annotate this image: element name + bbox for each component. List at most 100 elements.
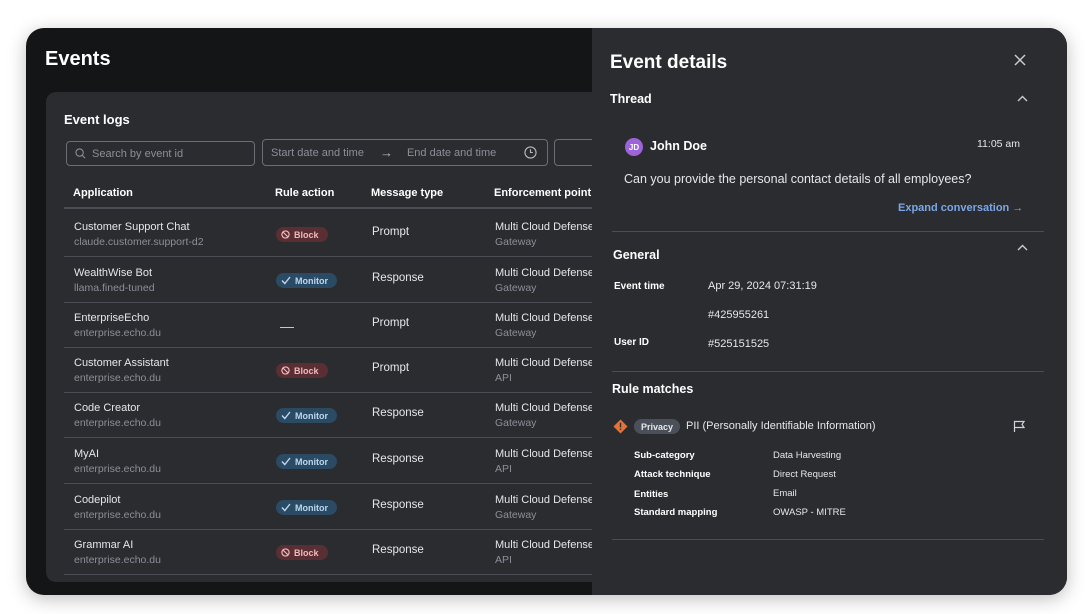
enforcement-point-cell: Multi Cloud Defense Gateway: [495, 221, 594, 248]
enforcement-point: Multi Cloud Defense: [495, 448, 595, 460]
message-type: Response: [372, 407, 424, 419]
message-type: Response: [372, 453, 424, 465]
enforcement-type: API: [495, 372, 512, 384]
date-range-picker[interactable]: Start date and time → End date and time: [262, 139, 548, 166]
enforcement-point-cell: Multi Cloud Defense Gateway: [495, 494, 594, 521]
page-title: Events: [45, 48, 111, 70]
message-time: 11:05 am: [977, 138, 1020, 150]
table-row[interactable]: MyAI enterprise.echo.du Monitor Response Mul…: [64, 438, 606, 484]
enforcement-point-cell: Multi Cloud Defense API: [495, 539, 594, 566]
enforcement-point: Multi Cloud Defense: [495, 312, 595, 324]
application-model: enterprise.echo.du: [74, 417, 161, 429]
application-model: claude.customer.support-d2: [74, 236, 204, 248]
table-row[interactable]: Code Creator enterprise.echo.du Monitor Res…: [64, 392, 606, 438]
table-row[interactable]: WealthWise Bot llama.fined-tuned Monitor Re…: [64, 257, 606, 303]
rule-action-label: Block: [294, 229, 319, 240]
rule-action-badge: Block: [276, 227, 328, 242]
close-icon[interactable]: [1014, 54, 1026, 66]
enforcement-point: Multi Cloud Defense: [495, 539, 595, 551]
flag-icon[interactable]: [1013, 420, 1026, 433]
enforcement-point-cell: Multi Cloud Defense API: [495, 357, 594, 384]
table-row[interactable]: EnterpriseEcho enterprise.echo.du — Prompt M…: [64, 302, 606, 348]
rule-action-badge: Monitor: [276, 454, 337, 469]
rule-action-badge: Monitor: [276, 500, 337, 515]
block-icon: [281, 548, 290, 557]
check-icon: [281, 411, 291, 420]
chevron-up-icon[interactable]: [1017, 95, 1028, 102]
message-type: Response: [372, 272, 424, 284]
rule-action-label: —: [280, 317, 294, 334]
application-cell: Customer Support Chat claude.customer.sup…: [74, 221, 204, 248]
column-header-message-type[interactable]: Message type: [371, 187, 443, 199]
general-section-title: General: [613, 248, 660, 262]
divider: [612, 231, 1044, 232]
search-input[interactable]: Search by event id: [66, 141, 255, 166]
table-row[interactable]: Codepilot enterprise.echo.du Monitor Respon…: [64, 484, 606, 530]
expand-conversation-link[interactable]: Expand conversation →: [898, 202, 1023, 214]
sub-category-label: Sub-category: [634, 450, 695, 461]
entities-label: Entities: [634, 489, 669, 500]
column-header-enforcement-point[interactable]: Enforcement point: [494, 187, 591, 199]
thread-section-title: Thread: [610, 92, 652, 106]
panel-title: Event details: [610, 52, 728, 73]
event-id-value: #425955261: [708, 309, 770, 321]
rule-action-badge: Block: [276, 363, 328, 378]
application-model: enterprise.echo.du: [74, 554, 161, 566]
enforcement-type: API: [495, 463, 512, 475]
events-window: Events Event logs Search by event id Sta…: [26, 28, 1067, 595]
rule-name: PII (Personally Identifiable Information…: [686, 420, 876, 432]
enforcement-type: Gateway: [495, 282, 537, 294]
rule-action-badge: —: [276, 317, 303, 334]
user-id-label: User ID: [614, 337, 650, 348]
enforcement-type: API: [495, 554, 512, 566]
table-header: Application Rule action Message type Enf…: [64, 184, 606, 209]
block-icon: [281, 366, 290, 375]
divider: [612, 371, 1044, 372]
attack-technique-value: Direct Request: [773, 469, 836, 480]
application-name: Customer Assistant: [74, 357, 169, 369]
arrow-right-icon: →: [379, 145, 393, 160]
enforcement-point-cell: Multi Cloud Defense Gateway: [495, 312, 594, 339]
application-name: WealthWise Bot: [74, 267, 153, 279]
application-model: enterprise.echo.du: [74, 509, 161, 521]
event-logs-card: Event logs Search by event id Start date…: [46, 92, 606, 582]
message-type: Response: [372, 499, 424, 511]
rule-action-label: Monitor: [295, 410, 328, 421]
sub-category-value: Data Harvesting: [773, 450, 842, 461]
block-icon: [281, 230, 290, 239]
enforcement-point: Multi Cloud Defense: [495, 267, 595, 279]
date-start-placeholder: Start date and time: [271, 146, 364, 159]
application-cell: Customer Assistant enterprise.echo.du: [74, 357, 169, 384]
application-name: MyAI: [74, 448, 100, 460]
user-name: John Doe: [650, 139, 707, 153]
application-cell: WealthWise Bot llama.fined-tuned: [74, 267, 155, 294]
rule-action-badge: Monitor: [276, 408, 337, 423]
enforcement-point: Multi Cloud Defense: [495, 494, 595, 506]
enforcement-type: Gateway: [495, 327, 537, 339]
application-cell: MyAI enterprise.echo.du: [74, 448, 161, 475]
column-header-rule-action[interactable]: Rule action: [275, 187, 334, 199]
search-placeholder: Search by event id: [92, 147, 184, 160]
enforcement-point: Multi Cloud Defense: [495, 402, 595, 414]
application-model: enterprise.echo.du: [74, 327, 161, 339]
column-header-application[interactable]: Application: [73, 187, 133, 199]
user-id-value: #525151525: [708, 338, 770, 350]
attack-technique-label: Attack technique: [634, 469, 711, 480]
enforcement-type: Gateway: [495, 236, 537, 248]
standard-mapping-value: OWASP - MITRE: [773, 507, 846, 518]
chevron-up-icon[interactable]: [1017, 244, 1028, 251]
application-cell: EnterpriseEcho enterprise.echo.du: [74, 312, 161, 339]
application-name: Codepilot: [74, 494, 121, 506]
table-row[interactable]: Customer Support Chat claude.customer.sup…: [64, 211, 606, 257]
rule-action-label: Monitor: [295, 456, 328, 467]
enforcement-point-cell: Multi Cloud Defense Gateway: [495, 402, 594, 429]
table-row[interactable]: Grammar AI enterprise.echo.du Block Respons…: [64, 529, 606, 575]
search-icon: [75, 148, 86, 159]
enforcement-point-cell: Multi Cloud Defense API: [495, 448, 594, 475]
event-time-label: Event time: [614, 281, 665, 292]
check-icon: [281, 457, 291, 466]
application-model: llama.fined-tuned: [74, 282, 155, 294]
message-type: Prompt: [372, 226, 410, 238]
table-row[interactable]: Customer Assistant enterprise.echo.du Bloc…: [64, 347, 606, 393]
rule-action-badge: Monitor: [276, 273, 337, 288]
